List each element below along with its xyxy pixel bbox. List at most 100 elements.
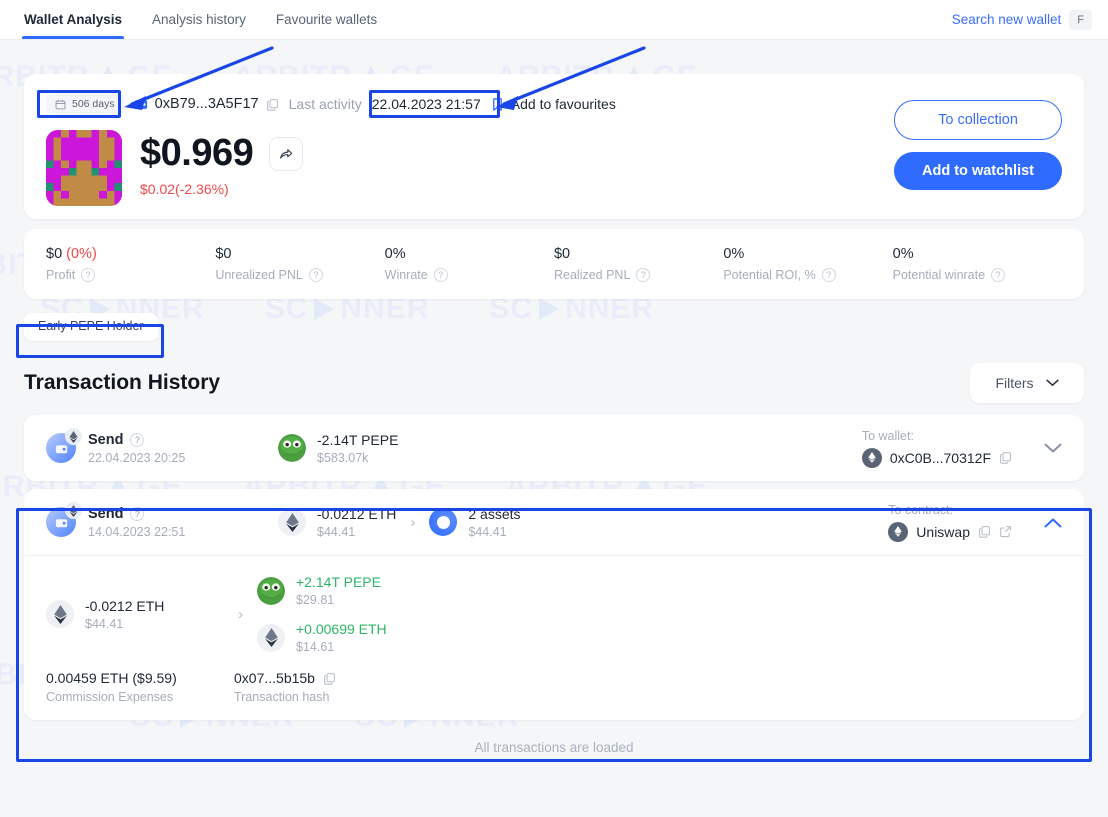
- incoming-amount: +0.00699 ETH: [296, 621, 387, 637]
- transaction-type-block: Send ? 22.04.2023 20:25: [88, 432, 185, 465]
- help-icon[interactable]: ?: [130, 432, 145, 447]
- transaction-hash-label: Transaction hash: [234, 690, 330, 704]
- tab-analysis-history[interactable]: Analysis history: [150, 0, 248, 39]
- wallet-age-chip: 506 days: [46, 94, 124, 114]
- wallet-address: 0xB79...3A5F17: [134, 96, 279, 112]
- help-icon[interactable]: ?: [433, 268, 448, 282]
- transaction-type-row: Send ?: [88, 432, 185, 448]
- pepe-glyph-icon: [257, 576, 285, 605]
- help-icon[interactable]: ?: [821, 268, 836, 282]
- transaction-swap-flow: -0.0212 ETH $44.41 › +2.14T PEPE $29.81 …: [46, 574, 1062, 654]
- transaction-list: Send ? 22.04.2023 20:25 -2.14T PEPE $583…: [24, 415, 1084, 720]
- transaction-type-column: Send ? 22.04.2023 20:25: [46, 428, 246, 465]
- multi-asset-inner: [436, 515, 450, 529]
- wallet-age-label: 506 days: [72, 98, 115, 110]
- wallet-avatar: [46, 130, 122, 206]
- destination-label: To wallet:: [861, 428, 914, 443]
- summary-actions: To collection Add to watchlist: [894, 100, 1062, 190]
- top-navigation-bar: Wallet Analysis Analysis history Favouri…: [0, 0, 1108, 40]
- wallet-glyph-icon: [55, 444, 67, 453]
- to-asset-value: $44.41: [468, 524, 507, 539]
- from-asset-amount: -0.0212 ETH: [317, 505, 397, 522]
- external-link-icon[interactable]: [999, 525, 1012, 538]
- stat-label: Profit: [46, 268, 76, 282]
- transaction-row-header[interactable]: Send ? 14.04.2023 22:51 -0.0212 ETH $44.…: [24, 489, 1084, 555]
- help-icon[interactable]: ?: [308, 268, 323, 282]
- search-new-wallet-link[interactable]: Search new wallet: [952, 12, 1062, 27]
- destination-address: 0xC0B...70312F: [889, 449, 991, 466]
- stat-realized-pnl: $0 Realized PNL?: [554, 246, 723, 282]
- transaction-detail-footer: 0.00459 ETH ($9.59) Commission Expenses …: [46, 670, 1062, 704]
- ethereum-badge-icon: [65, 502, 82, 519]
- wallet-balance: $0.969: [140, 132, 254, 174]
- filters-label: Filters: [995, 375, 1034, 391]
- transaction-date: 14.04.2023 22:51: [88, 524, 186, 539]
- top-bar-actions: Search new wallet F: [952, 0, 1092, 39]
- stat-number: 0%: [723, 246, 745, 262]
- transaction-hash: 0x07...5b15b Transaction hash: [234, 670, 336, 704]
- add-to-watchlist-button[interactable]: Add to watchlist: [894, 152, 1062, 190]
- wallet-send-icon: [46, 502, 82, 537]
- transaction-to-asset: 2 assets $44.41: [429, 506, 521, 539]
- transaction-asset-block: -2.14T PEPE $583.07k: [317, 432, 398, 465]
- help-icon[interactable]: ?: [991, 268, 1006, 282]
- pixel-avatar-art: [46, 130, 122, 206]
- tab-label: Analysis history: [152, 12, 246, 27]
- add-to-favourites-label: Add to favourites: [510, 96, 616, 112]
- commission-value: 0.00459 ETH ($9.59): [46, 670, 177, 686]
- copy-icon[interactable]: [978, 525, 991, 538]
- incoming-value: $14.61: [296, 640, 335, 654]
- wallet-tag-early-pepe-holder[interactable]: Early PEPE Holder: [24, 313, 158, 341]
- ethereum-glyph-icon: [894, 526, 902, 537]
- collapse-chevron-up-icon[interactable]: [1044, 517, 1062, 528]
- commission-expenses: 0.00459 ETH ($9.59) Commission Expenses: [46, 670, 234, 704]
- wallet-tags: Early PEPE Holder: [24, 313, 1084, 341]
- price-line: $0.969: [140, 132, 304, 175]
- wallet-glyph-icon: [55, 518, 67, 527]
- copy-icon[interactable]: [266, 98, 279, 111]
- add-to-favourites-button[interactable]: Add to favourites: [491, 96, 616, 112]
- transaction-asset-value: $583.07k: [317, 450, 369, 465]
- share-button[interactable]: [269, 136, 304, 171]
- transaction-asset: -2.14T PEPE $583.07k: [278, 432, 398, 465]
- wallet-send-icon: [46, 428, 82, 463]
- multi-asset-icon: [429, 508, 458, 536]
- stat-value: 0%: [893, 246, 1062, 262]
- help-icon[interactable]: ?: [636, 268, 651, 282]
- stat-label-row: Realized PNL?: [554, 268, 723, 282]
- copy-icon[interactable]: [323, 672, 336, 685]
- stat-percent: (0%): [62, 246, 97, 262]
- transaction-hash-value-row: 0x07...5b15b: [234, 670, 336, 686]
- ethereum-icon: [257, 623, 285, 652]
- ethereum-icon: [46, 600, 74, 628]
- from-asset-value: $44.41: [317, 524, 356, 539]
- transaction-type-label: Send: [88, 431, 124, 448]
- transaction-history-title: Transaction History: [24, 371, 221, 394]
- transaction-row-expanded[interactable]: Send ? 14.04.2023 22:51 -0.0212 ETH $44.…: [24, 489, 1084, 720]
- incoming-block: +0.00699 ETH $14.61: [296, 621, 387, 654]
- swap-incoming-item: +0.00699 ETH $14.61: [257, 621, 387, 654]
- ethereum-glyph-icon: [264, 628, 278, 647]
- tab-label: Wallet Analysis: [24, 12, 123, 27]
- filters-button[interactable]: Filters: [970, 363, 1084, 403]
- help-icon[interactable]: ?: [81, 268, 96, 282]
- tab-wallet-analysis[interactable]: Wallet Analysis: [22, 0, 125, 39]
- ethereum-badge-icon: [65, 428, 82, 445]
- transaction-type-column: Send ? 14.04.2023 22:51: [46, 502, 246, 539]
- ethereum-glyph-icon: [285, 512, 299, 532]
- all-transactions-loaded-message: All transactions are loaded: [474, 740, 634, 755]
- expand-chevron-down-icon[interactable]: [1044, 443, 1062, 454]
- stat-number: 0%: [892, 246, 914, 262]
- page-content: 506 days 0xB79...3A5F17 Last activity 22…: [0, 74, 1108, 755]
- transaction-row[interactable]: Send ? 22.04.2023 20:25 -2.14T PEPE $583…: [24, 415, 1084, 481]
- last-activity-label: Last activity: [288, 96, 362, 112]
- stat-value: $0: [215, 246, 384, 262]
- tab-favourite-wallets[interactable]: Favourite wallets: [274, 0, 379, 39]
- stat-label: Winrate: [384, 268, 428, 282]
- outgoing-value: $44.41: [85, 616, 124, 631]
- help-icon[interactable]: ?: [130, 506, 145, 521]
- transaction-asset-amount: -2.14T PEPE: [317, 431, 399, 448]
- swap-outgoing: -0.0212 ETH $44.41: [46, 598, 224, 631]
- to-collection-button[interactable]: To collection: [894, 100, 1062, 140]
- copy-icon[interactable]: [999, 451, 1012, 464]
